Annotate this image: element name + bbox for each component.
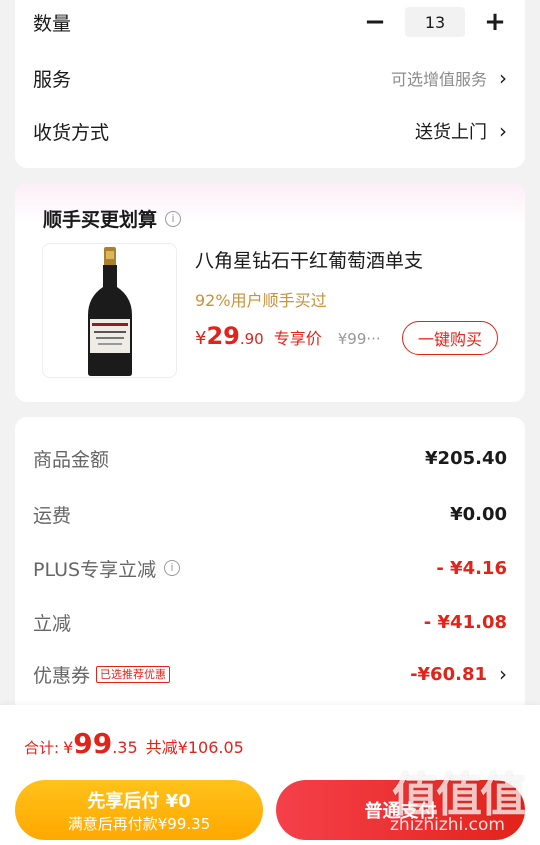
shipping-value: ¥0.00 [450,503,507,525]
service-label: 服务 [33,68,72,91]
info-icon[interactable]: i [165,210,182,227]
total-decimal: .35 [112,738,138,757]
coupon-label: 优惠券 已选推荐优惠 [33,661,171,688]
quantity-minus-button[interactable]: − [363,9,387,35]
pay-later-button[interactable]: 先享后付 ¥0 满意后再付款¥99.35 [15,780,263,840]
chevron-right-icon: › [499,66,507,90]
wine-bottle-icon [87,246,132,376]
coupon-badge: 已选推荐优惠 [96,665,171,683]
plus-discount-row: PLUS专享立减 i - ¥4.16 [33,553,507,583]
shipping-row: 运费 ¥0.00 [33,499,507,529]
chevron-right-icon: › [499,662,507,686]
total-saved: 共减¥106.05 [145,738,244,757]
quantity-stepper: − 13 + [363,7,507,37]
total-symbol: ¥ [63,738,74,757]
pay-later-subtitle: 满意后再付款¥99.35 [67,814,211,833]
product-image[interactable] [42,243,177,378]
service-value: 可选增值服务 [390,70,487,89]
product-subtitle: 92%用户顺手买过 [195,291,327,310]
options-card: 数量 − 13 + 服务 可选增值服务 › 收货方式 送货上门 › [15,0,525,168]
goods-amount-row: 商品金额 ¥205.40 [33,443,507,473]
quantity-row: 数量 − 13 + [33,4,507,40]
total-line: 合计: ¥ 99 .35 共减¥106.05 [24,727,244,760]
total-integer: 99 [73,727,113,760]
quantity-plus-button[interactable]: + [483,9,507,35]
coupon-value: -¥60.81 [410,663,487,685]
price-summary-card: 商品金额 ¥205.40 运费 ¥0.00 PLUS专享立减 i - ¥4.16… [15,417,525,717]
one-click-buy-button[interactable]: 一键购买 [402,321,498,355]
quantity-input[interactable]: 13 [405,7,465,37]
upsell-title: 顺手买更划算 i [43,205,182,232]
coupon-label-text: 优惠券 [33,664,91,687]
normal-pay-button[interactable]: 普通支付 [276,780,525,840]
goods-amount-value: ¥205.40 [425,447,507,469]
delivery-label: 收货方式 [33,121,110,144]
chevron-right-icon: › [499,119,507,143]
original-price: ¥99··· [337,330,381,348]
pay-later-title: 先享后付 ¥0 [87,790,191,812]
product-price: ¥ 29 .90 专享价 ¥99··· [195,322,381,350]
product-name[interactable]: 八角星钻石干红葡萄酒单支 [195,246,423,273]
price-tag: 专享价 [273,329,322,348]
plus-discount-label: PLUS专享立减 i [33,555,181,582]
price-decimal: .90 [239,330,264,348]
total-label: 合计: [24,739,60,757]
price-symbol: ¥ [195,328,207,349]
discount-value: - ¥41.08 [423,611,507,633]
delivery-row[interactable]: 收货方式 送货上门 › [33,113,507,149]
discount-row: 立减 - ¥41.08 [33,607,507,637]
service-row[interactable]: 服务 可选增值服务 › [33,60,507,96]
checkout-bar: 合计: ¥ 99 .35 共减¥106.05 先享后付 ¥0 满意后再付款¥99… [0,705,540,845]
upsell-card: 顺手买更划算 i 八角星钻石干红葡萄酒单支 92%用户顺手买过 ¥ 29 .90… [15,183,525,402]
upsell-title-text: 顺手买更划算 [43,209,158,231]
plus-discount-value: - ¥4.16 [436,557,507,579]
price-integer: 29 [206,322,240,350]
shipping-label: 运费 [33,504,72,527]
discount-label: 立减 [33,612,72,635]
delivery-value: 送货上门 [415,122,487,143]
quantity-label: 数量 [33,12,72,35]
goods-amount-label: 商品金额 [33,448,110,471]
coupon-row[interactable]: 优惠券 已选推荐优惠 -¥60.81 › [33,659,507,689]
info-icon[interactable]: i [164,560,181,576]
plus-discount-text: PLUS专享立减 [33,558,157,581]
